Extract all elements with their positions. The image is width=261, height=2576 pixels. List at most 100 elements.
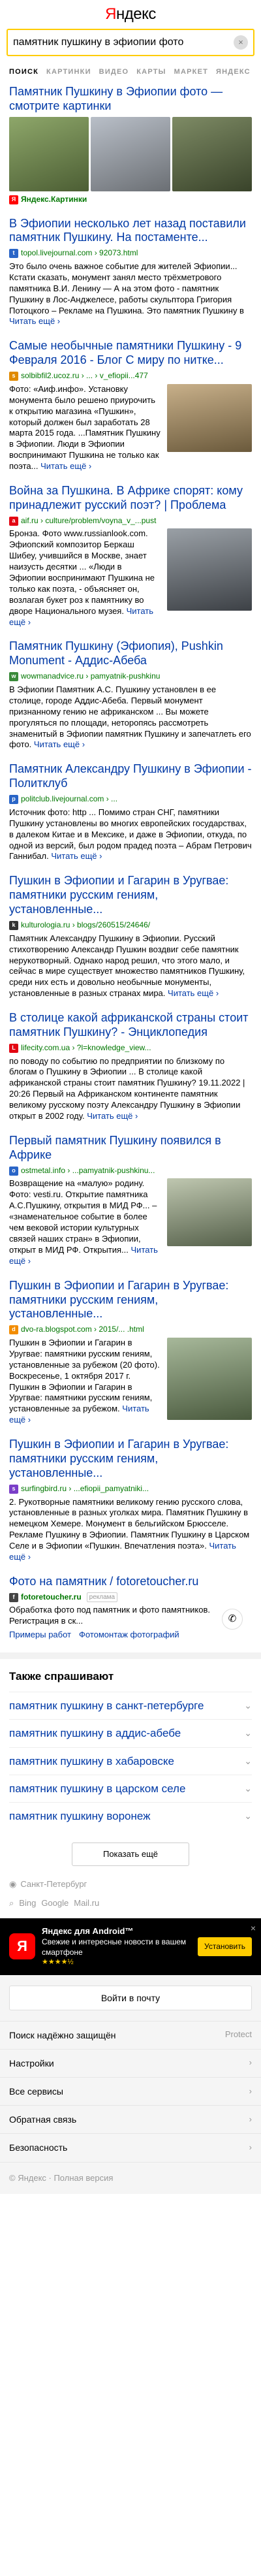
result-url[interactable]: s surfingbird.ru › ...efiopii_pamyatniki.… — [9, 1484, 252, 1494]
snippet-text: Это было очень важное событие для жителе… — [9, 261, 244, 315]
engine-bing-link[interactable]: Bing — [19, 1898, 36, 1909]
menu-item-feedback[interactable]: Обратная связь › — [0, 2105, 261, 2134]
result-snippet: Обработка фото под памятник и фото памят… — [9, 1605, 210, 1626]
result-url[interactable]: a aif.ru › culture/problem/voyna_v_...pus… — [9, 516, 252, 526]
ad-sitelinks: Примеры работ Фотомонтаж фотографий — [9, 1630, 252, 1641]
phone-icon[interactable]: ✆ — [222, 1608, 243, 1630]
result-url[interactable]: p politclub.livejournal.com › ... — [9, 794, 252, 805]
result-url[interactable]: Я Яндекс.Картинки — [9, 195, 252, 205]
result-item: Война за Пушкина. В Африке спорят: кому … — [9, 484, 252, 628]
also-asked-item[interactable]: памятник пушкину в санкт-петербурге ⌄ — [9, 1692, 252, 1719]
also-asked-title: Также спрашивают — [9, 1670, 114, 1683]
favicon-icon: o — [9, 1166, 18, 1176]
result-snippet: Возвращение на «малую» родину. Фото: ves… — [9, 1178, 161, 1266]
result-item: В столице какой африканской страны стоит… — [9, 1011, 252, 1122]
result-title[interactable]: Пушкин в Эфиопии и Гагарин в Уругвае: па… — [9, 1279, 252, 1322]
image-thumbnail[interactable] — [172, 116, 252, 191]
menu-item-security[interactable]: Безопасность › — [0, 2133, 261, 2162]
menu-item-settings[interactable]: Настройки › — [0, 2048, 261, 2078]
tab-maps[interactable]: КАРТЫ — [136, 67, 166, 76]
result-title[interactable]: Война за Пушкина. В Африке спорят: кому … — [9, 484, 252, 513]
also-asked-text: памятник пушкину в хабаровске — [9, 1754, 174, 1767]
result-title[interactable]: Пушкин в Эфиопии и Гагарин в Уругвае: па… — [9, 1438, 252, 1481]
result-thumbnail[interactable] — [167, 1178, 252, 1247]
result-url[interactable]: d dvo-ra.blogspot.com › 2015/... .html — [9, 1325, 252, 1335]
results-list: Памятник Пушкину в Эфиопии фото — смотри… — [0, 85, 261, 1641]
read-more-link[interactable]: Читать ещё › — [34, 739, 85, 749]
result-title[interactable]: Самые необычные памятники Пушкину - 9 Фе… — [9, 339, 252, 368]
result-url-text: wowmanadvice.ru › pamyatnik-pushkinu — [21, 671, 161, 681]
also-asked-item[interactable]: памятник пушкину в аддис-абебе ⌄ — [9, 1719, 252, 1747]
footer: © Яндекс · Полная версия — [0, 2161, 261, 2195]
sitelink[interactable]: Фотомонтаж фотографий — [79, 1630, 179, 1641]
read-more-link[interactable]: Читать ещё › — [51, 851, 102, 861]
search-input[interactable] — [13, 37, 234, 48]
region-selector[interactable]: ◉ Санкт-Петербург — [0, 1875, 261, 1894]
result-title[interactable]: Памятник Пушкину в Эфиопии фото — смотри… — [9, 85, 252, 114]
image-thumbnail[interactable] — [91, 116, 170, 191]
result-title[interactable]: Первый памятник Пушкину появился в Африк… — [9, 1134, 252, 1163]
divider — [0, 1652, 261, 1660]
tab-images[interactable]: КАРТИНКИ — [46, 67, 91, 76]
rating-stars: ★★★★½ — [42, 1958, 74, 1967]
clear-icon[interactable]: × — [234, 35, 248, 50]
result-thumbnail[interactable] — [167, 528, 252, 611]
result-thumbnail[interactable] — [167, 383, 252, 452]
also-asked-item[interactable]: памятник пушкину воронеж ⌄ — [9, 1802, 252, 1829]
read-more-link[interactable]: Читать ещё › — [168, 988, 219, 998]
snippet-with-image: Фото: «Аиф.инфо». Установку монумента бы… — [9, 383, 252, 472]
result-url[interactable]: o ostmetal.info › ...pamyatnik-pushkinu..… — [9, 1166, 252, 1176]
footer-menu: Поиск надёжно защищён Protect Настройки › … — [0, 2020, 261, 2162]
search-box: × — [7, 29, 254, 56]
result-url-text: Яндекс.Картинки — [21, 194, 87, 204]
result-title[interactable]: Памятник Пушкину (Эфиопия), Pushkin Monu… — [9, 639, 252, 668]
snippet-text: Возвращение на «малую» родину. Фото: ves… — [9, 1178, 157, 1255]
menu-item-services[interactable]: Все сервисы › — [0, 2077, 261, 2106]
banner-text: Яндекс для Android™ Свежие и интересные … — [42, 1926, 191, 1967]
menu-item-protect[interactable]: Поиск надёжно защищён Protect — [0, 2020, 261, 2049]
also-asked-item[interactable]: памятник пушкину в хабаровске ⌄ — [9, 1747, 252, 1775]
sitelink[interactable]: Примеры работ — [9, 1630, 71, 1641]
favicon-icon: a — [9, 516, 18, 526]
tab-market[interactable]: МАРКЕТ — [174, 67, 208, 76]
result-thumbnail[interactable] — [167, 1338, 252, 1420]
result-url[interactable]: k kulturologia.ru › blogs/260515/24646/ — [9, 920, 252, 931]
app-banner: Я Яндекс для Android™ Свежие и интересны… — [0, 1918, 261, 1975]
also-asked: Также спрашивают памятник пушкину в санк… — [0, 1659, 261, 1833]
read-more-link[interactable]: Читать ещё › — [87, 1111, 138, 1121]
login-mail-button[interactable]: Войти в почту — [9, 1985, 252, 2010]
tab-search[interactable]: ПОИСК — [9, 67, 38, 76]
favicon-icon: t — [9, 249, 18, 259]
search-row: × — [0, 29, 261, 59]
result-url[interactable]: w wowmanadvice.ru › pamyatnik-pushkinu — [9, 671, 252, 682]
login-section: Войти в почту — [0, 1974, 261, 2021]
close-icon[interactable]: × — [251, 1922, 256, 1934]
menu-item-label: Обратная связь — [9, 2114, 77, 2125]
read-more-link[interactable]: Читать ещё › — [9, 316, 60, 326]
menu-item-label: Настройки — [9, 2057, 54, 2069]
result-title[interactable]: В столице какой африканской страны стоит… — [9, 1011, 252, 1040]
snippet-text: Бронза. Фото www.russianlook.com. Эфиопс… — [9, 528, 155, 616]
result-url[interactable]: s solbibfil2.ucoz.ru › ... › v_efiopii...… — [9, 371, 252, 381]
result-title[interactable]: Памятник Александру Пушкину в Эфиопии - … — [9, 762, 252, 791]
result-url[interactable]: Llifecity.com.ua › ?l=knowledge_view... — [9, 1043, 252, 1054]
result-item: Самые необычные памятники Пушкину - 9 Фе… — [9, 339, 252, 472]
result-url[interactable]: f fotoretoucher.ru реклама — [9, 1592, 252, 1603]
result-snippet: В Эфиопии Памятник А.С. Пушкину установл… — [9, 684, 252, 750]
image-thumbnail[interactable] — [9, 116, 89, 191]
favicon-icon: d — [9, 1325, 18, 1335]
tab-video[interactable]: ВИДЕО — [99, 67, 129, 76]
yandex-logo[interactable]: Яндекс — [105, 4, 156, 24]
result-title[interactable]: Фото на памятник / fotoretoucher.ru — [9, 1575, 252, 1589]
read-more-link[interactable]: Читать ещё › — [40, 461, 91, 471]
show-more-button[interactable]: Показать ещё — [72, 1843, 189, 1867]
result-title[interactable]: Пушкин в Эфиопии и Гагарин в Уругвае: па… — [9, 874, 252, 917]
engine-mailru-link[interactable]: Mail.ru — [74, 1898, 99, 1909]
result-title[interactable]: В Эфиопии несколько лет назад поставили … — [9, 217, 252, 246]
tab-yandex[interactable]: ЯНДЕКС — [216, 67, 251, 76]
also-asked-item[interactable]: памятник пушкину в царском селе ⌄ — [9, 1774, 252, 1802]
engine-google-link[interactable]: Google — [41, 1898, 69, 1909]
result-url[interactable]: t topol.livejournal.com › 92073.html — [9, 248, 252, 259]
install-button[interactable]: Установить — [198, 1937, 252, 1957]
favicon-icon: L — [9, 1043, 18, 1053]
